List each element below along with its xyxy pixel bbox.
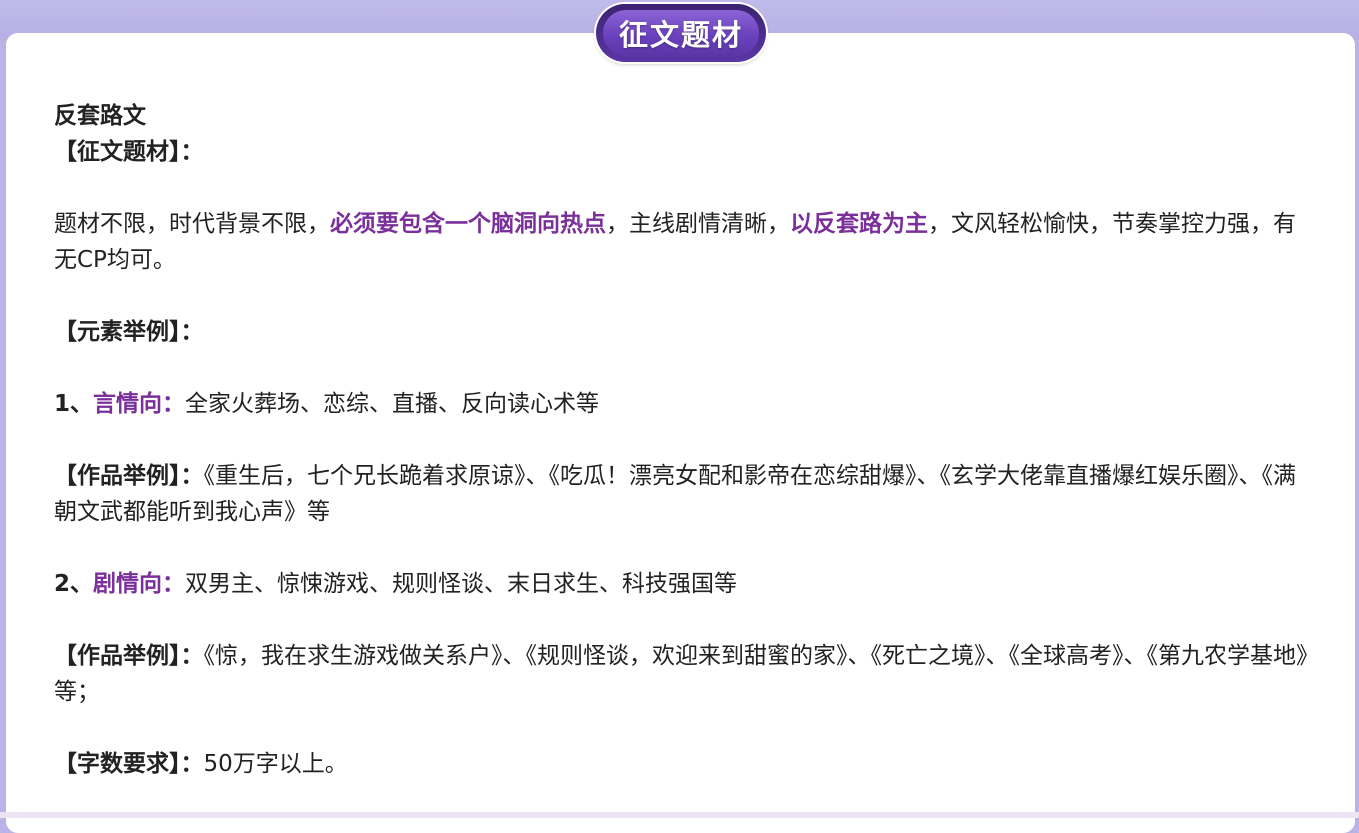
wordcount-text: 50万字以上。 (203, 751, 348, 777)
works-text: 《惊，我在求生游戏做关系户》、《规则怪谈，欢迎来到甜蜜的家》、《死亡之境》、《全… (54, 643, 1308, 705)
item-name: 剧情向： (93, 571, 186, 597)
works-label: 【作品举例】： (54, 463, 204, 489)
article-content: 反套路文 【征文题材】： 题材不限，时代背景不限，必须要包含一个脑洞向热点，主线… (54, 98, 1314, 782)
works-example-romance: 【作品举例】：《重生后，七个兄长跪着求原谅》、《吃瓜！漂亮女配和影帝在恋综甜爆》… (54, 458, 1314, 530)
topic-description: 题材不限，时代背景不限，必须要包含一个脑洞向热点，主线剧情清晰，以反套路为主，文… (54, 206, 1314, 278)
item-number: 1、 (54, 391, 94, 417)
article-title: 反套路文 (54, 103, 146, 129)
element-item-plot: 2、剧情向：双男主、惊悚游戏、规则怪谈、末日求生、科技强国等 (54, 566, 1314, 602)
section-badge: 征文题材 (596, 4, 766, 62)
wordcount-label: 【字数要求】： (54, 751, 204, 777)
intro-highlight-2: 以反套路为主 (790, 211, 928, 237)
elements-label: 【元素举例】： (54, 319, 204, 345)
works-label: 【作品举例】： (54, 643, 204, 669)
word-count-requirement: 【字数要求】：50万字以上。 (54, 746, 1314, 782)
intro-text-1: 题材不限，时代背景不限， (54, 211, 330, 237)
works-example-plot: 【作品举例】：《惊，我在求生游戏做关系户》、《规则怪谈，欢迎来到甜蜜的家》、《死… (54, 638, 1314, 710)
item-number: 2、 (54, 571, 94, 597)
badge-title: 征文题材 (618, 18, 743, 52)
item-text: 双男主、惊悚游戏、规则怪谈、末日求生、科技强国等 (185, 571, 738, 597)
item-name: 言情向： (93, 391, 186, 417)
topic-label: 【征文题材】： (54, 139, 204, 165)
works-text: 《重生后，七个兄长跪着求原谅》、《吃瓜！漂亮女配和影帝在恋综甜爆》、《玄学大佬靠… (54, 463, 1296, 525)
item-text: 全家火葬场、恋综、直播、反向读心术等 (185, 391, 600, 417)
intro-text-2: ，主线剧情清晰， (606, 211, 790, 237)
intro-highlight-1: 必须要包含一个脑洞向热点 (330, 211, 606, 237)
bottom-strip (0, 812, 1359, 818)
element-item-romance: 1、言情向：全家火葬场、恋综、直播、反向读心术等 (54, 386, 1314, 422)
